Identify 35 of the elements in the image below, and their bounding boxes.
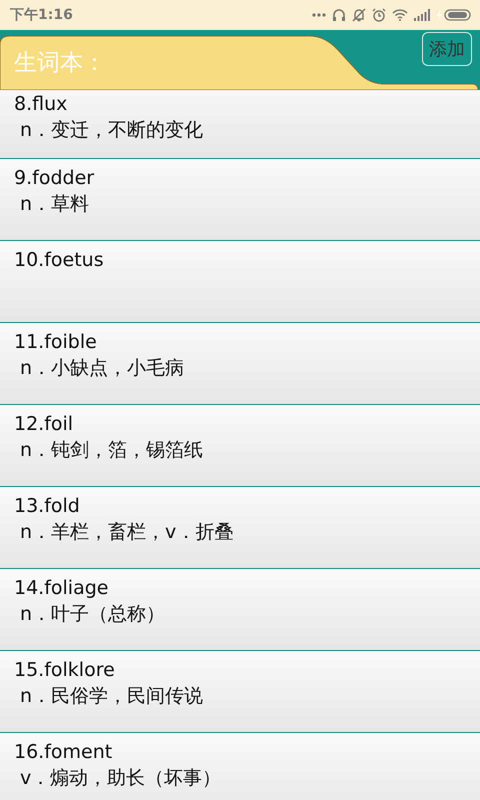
bell-off-icon (352, 8, 366, 22)
word-meaning: n．小缺点，小毛病 (19, 356, 186, 381)
alarm-icon (372, 8, 386, 22)
word-row[interactable]: 15.folklore n．民俗学，民间传说 (0, 651, 480, 733)
word-meaning: n．叶子（总称） (19, 602, 166, 627)
word-meaning: n．钝剑，箔，锡箔纸 (19, 438, 204, 463)
word-row[interactable]: 12.foil n．钝剑，箔，锡箔纸 (0, 405, 480, 487)
word-meaning: n．民俗学，民间传说 (19, 684, 204, 709)
signal-icon (414, 9, 430, 21)
word-text: 11.foible (14, 331, 98, 353)
battery-charging-icon (436, 9, 472, 21)
status-time: 下午1:16 (10, 6, 73, 24)
word-row[interactable]: 16.foment v．煽动，助长（坏事） (0, 733, 480, 800)
header-title: 生词本： (14, 48, 106, 78)
word-text: 12.foil (14, 413, 74, 435)
headphones-icon (332, 8, 346, 22)
word-text: 8.flux (14, 93, 68, 115)
word-text: 16.foment (14, 741, 114, 763)
word-meaning: n．变迁，不断的变化 (19, 118, 204, 143)
word-row[interactable]: 10.foetus (0, 241, 480, 323)
word-meaning: n．草料 (19, 192, 90, 217)
word-row[interactable]: 11.foible n．小缺点，小毛病 (0, 323, 480, 405)
word-row[interactable]: 8.flux n．变迁，不断的变化 (0, 90, 480, 159)
word-text: 10.foetus (14, 249, 105, 271)
word-meaning: n．羊栏，畜栏，v．折叠 (19, 520, 234, 545)
word-row[interactable]: 14.foliage n．叶子（总称） (0, 569, 480, 651)
word-text: 15.folklore (14, 659, 116, 681)
word-row[interactable]: 9.fodder n．草料 (0, 159, 480, 241)
word-text: 14.foliage (14, 577, 110, 599)
word-row[interactable]: 13.fold n．羊栏，畜栏，v．折叠 (0, 487, 480, 569)
word-text: 13.fold (14, 495, 81, 517)
wifi-icon (392, 9, 408, 21)
word-text: 9.fodder (14, 167, 96, 189)
more-dots-icon (312, 13, 326, 17)
word-meaning: v．煽动，助长（坏事） (19, 766, 222, 791)
